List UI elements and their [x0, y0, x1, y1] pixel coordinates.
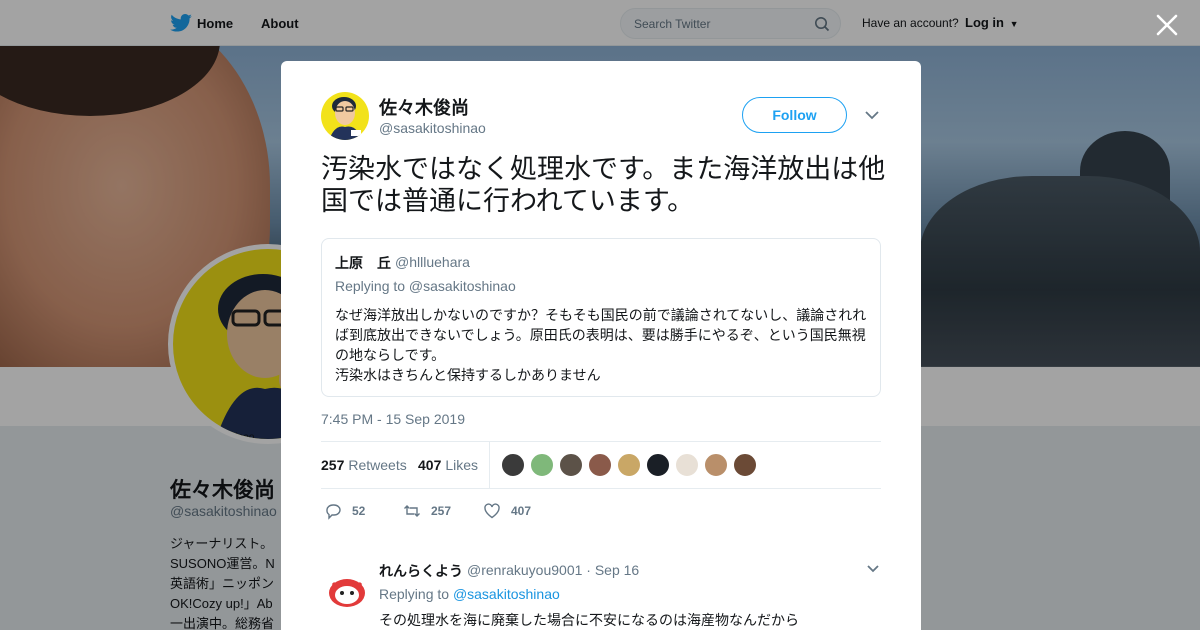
- tweet-timestamp[interactable]: 7:45 PM - 15 Sep 2019: [321, 411, 465, 427]
- like-stat[interactable]: 407 Likes: [418, 457, 478, 473]
- retweet-stat[interactable]: 257 Retweets: [321, 457, 407, 473]
- chevron-down-icon[interactable]: [866, 564, 880, 574]
- chevron-down-icon[interactable]: [864, 109, 880, 121]
- replying-to-handle-link[interactable]: @sasakitoshinao: [453, 586, 560, 602]
- quoted-replying-to: Replying to @sasakitoshinao: [335, 278, 516, 294]
- author-avatar-illustration: [329, 97, 361, 140]
- tweet-modal: 佐々木俊尚 @sasakitoshinao Follow 汚染水ではなく処理水で…: [281, 61, 921, 630]
- liker-avatar[interactable]: [588, 453, 612, 477]
- quoted-author-handle: @hllluehara: [395, 254, 470, 270]
- reply-text: その処理水を海に廃棄した場合に不安になるのは海産物なんだから: [379, 612, 799, 628]
- reply-avatar[interactable]: [325, 569, 369, 613]
- retweet-icon: [404, 505, 420, 517]
- liker-avatar[interactable]: [704, 453, 728, 477]
- reply-avatar-illustration: [329, 579, 365, 607]
- heart-icon: [484, 503, 500, 519]
- reply-icon: [326, 504, 341, 520]
- like-action[interactable]: 407: [483, 501, 531, 521]
- tweet-stats: 257 Retweets 407 Likes: [321, 441, 881, 489]
- quoted-author-name: 上原 丘: [335, 255, 391, 271]
- retweet-action[interactable]: 257: [403, 501, 451, 521]
- liker-avatar[interactable]: [530, 453, 554, 477]
- reply-replying-to: Replying to @sasakitoshinao: [379, 586, 560, 602]
- liker-avatar[interactable]: [501, 453, 525, 477]
- reply-action[interactable]: 52: [324, 501, 365, 521]
- reply-author-handle-date[interactable]: @renrakuyou9001 · Sep 16: [467, 562, 639, 578]
- liker-avatar[interactable]: [617, 453, 641, 477]
- follow-button[interactable]: Follow: [742, 97, 847, 133]
- stats-divider: [489, 442, 490, 488]
- liker-avatar[interactable]: [559, 453, 583, 477]
- like-count: 407: [511, 504, 532, 518]
- liker-avatar[interactable]: [646, 453, 670, 477]
- replying-to-prefix: Replying to: [379, 586, 450, 602]
- reply-count: 52: [352, 504, 366, 518]
- like-stat-label: Likes: [445, 457, 479, 473]
- quoted-tweet[interactable]: 上原 丘 @hllluehara Replying to @sasakitosh…: [321, 238, 881, 397]
- close-icon[interactable]: [1154, 12, 1180, 38]
- reply-author-name[interactable]: れんらくよう: [379, 561, 463, 581]
- liker-avatar[interactable]: [675, 453, 699, 477]
- like-stat-count: 407: [418, 457, 442, 473]
- author-name[interactable]: 佐々木俊尚: [379, 94, 469, 120]
- quoted-tweet-text: なぜ海洋放出しかないのですか？そもそも国民の前で議論されてないし、議論されれば到…: [335, 307, 867, 383]
- retweet-count: 257: [431, 504, 452, 518]
- tweet-text: 汚染水ではなく処理水です。また海洋放出は他国では普通に行われています。: [321, 154, 886, 216]
- retweet-stat-count: 257: [321, 457, 345, 473]
- author-handle[interactable]: @sasakitoshinao: [379, 120, 486, 136]
- liker-avatar[interactable]: [733, 453, 757, 477]
- author-avatar[interactable]: [321, 92, 369, 140]
- retweet-stat-label: Retweets: [348, 457, 407, 473]
